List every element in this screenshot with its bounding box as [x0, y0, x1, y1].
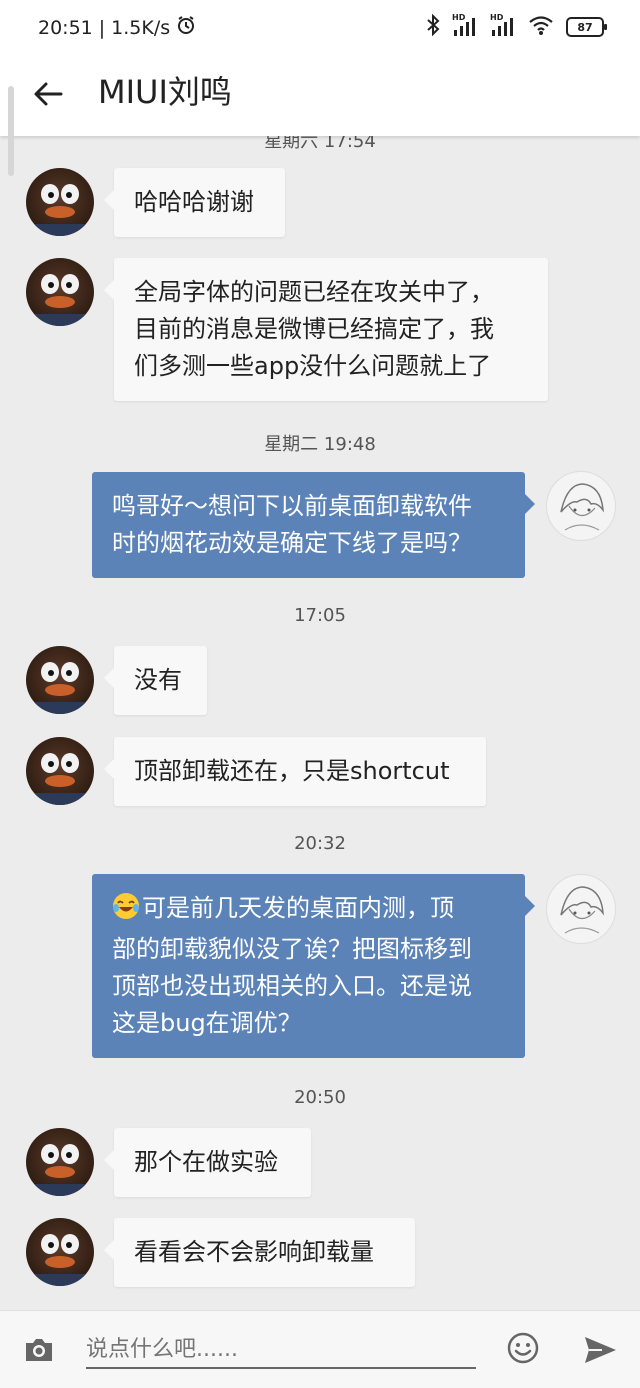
- message-line: 目前的消息是微博已经搞定了，我: [134, 315, 494, 343]
- smiley-icon: [507, 1332, 539, 1364]
- timestamp: 17:05: [294, 605, 346, 626]
- message-text: 没有: [134, 666, 182, 694]
- message-input[interactable]: [86, 1331, 476, 1369]
- status-left: 20:51 | 1.5K/s: [38, 15, 196, 40]
- message-line: 顶部也没出现相关的入口。还是说: [112, 972, 472, 1000]
- message-bubble-incoming[interactable]: 那个在做实验: [104, 1128, 311, 1197]
- timestamp: 20:50: [294, 1087, 346, 1108]
- message-line: 们多测一些app没什么问题就上了: [134, 352, 492, 380]
- laughing-emoji-icon: [112, 892, 140, 931]
- message-line: 这是bug在调优？: [112, 1009, 302, 1037]
- signal-icon: HD: [490, 13, 516, 38]
- status-right: HD HD 87: [426, 13, 607, 40]
- network-speed: 1.5K/s: [111, 16, 171, 39]
- message-bubble-incoming[interactable]: 哈哈哈谢谢: [104, 168, 285, 237]
- signal-icon: HD: [452, 13, 478, 38]
- message-input-bar: [0, 1310, 640, 1388]
- contact-avatar[interactable]: [26, 737, 94, 805]
- my-avatar[interactable]: [546, 874, 616, 944]
- divider: |: [98, 16, 106, 39]
- camera-icon: [26, 1339, 52, 1361]
- message-text: 那个在做实验: [134, 1148, 278, 1176]
- emoji-button[interactable]: [506, 1331, 540, 1365]
- timestamp: 20:32: [294, 833, 346, 854]
- message-line: 时的烟花动效是确定下线了是吗？: [112, 529, 472, 557]
- send-icon: [585, 1337, 616, 1363]
- message-bubble-outgoing[interactable]: 可是前几天发的桌面内测，顶 部的卸载貌似没了诶？把图标移到 顶部也没出现相关的入…: [92, 874, 535, 1058]
- bluetooth-icon: [426, 13, 440, 40]
- back-button[interactable]: [26, 72, 70, 116]
- contact-avatar[interactable]: [26, 1218, 94, 1286]
- battery-icon: 87: [566, 17, 607, 37]
- message-line: 部的卸载貌似没了诶？把图标移到: [112, 935, 472, 963]
- contact-avatar[interactable]: [26, 1128, 94, 1196]
- message-text: 看看会不会影响卸载量: [134, 1238, 374, 1266]
- contact-avatar[interactable]: [26, 168, 94, 236]
- alarm-icon: [176, 15, 196, 40]
- message-bubble-incoming[interactable]: 看看会不会影响卸载量: [104, 1218, 415, 1287]
- chat-header: MIUI刘鸣: [0, 56, 640, 136]
- send-button[interactable]: [582, 1333, 618, 1367]
- page-title: MIUI刘鸣: [98, 73, 232, 111]
- message-text: 哈哈哈谢谢: [134, 188, 254, 216]
- timestamp: 星期二 19:48: [264, 434, 376, 455]
- my-avatar[interactable]: [546, 471, 616, 541]
- message-bubble-incoming[interactable]: 顶部卸载还在，只是shortcut: [104, 737, 486, 806]
- chat-area[interactable]: 星期六 17:54 哈哈哈谢谢 全局字体的问题已经在攻关中了， 目前的消息是微博…: [0, 0, 640, 1310]
- contact-avatar[interactable]: [26, 258, 94, 326]
- message-text: 顶部卸载还在，只是shortcut: [134, 757, 450, 785]
- scroll-indicator: [8, 86, 14, 176]
- contact-avatar[interactable]: [26, 646, 94, 714]
- message-bubble-outgoing[interactable]: 鸣哥好～想问下以前桌面卸载软件 时的烟花动效是确定下线了是吗？: [92, 472, 535, 578]
- back-arrow-icon: [34, 82, 63, 106]
- clock: 20:51: [38, 16, 93, 39]
- message-line: 鸣哥好～想问下以前桌面卸载软件: [112, 492, 472, 520]
- wifi-icon: [528, 14, 554, 40]
- message-bubble-incoming[interactable]: 全局字体的问题已经在攻关中了， 目前的消息是微博已经搞定了，我 们多测一些app…: [104, 258, 548, 401]
- status-bar: 20:51 | 1.5K/s HD HD 87: [0, 0, 640, 56]
- camera-button[interactable]: [22, 1333, 56, 1367]
- message-line: 可是前几天发的桌面内测，顶: [142, 894, 454, 922]
- message-line: 全局字体的问题已经在攻关中了，: [134, 278, 494, 306]
- message-bubble-incoming[interactable]: 没有: [104, 646, 207, 715]
